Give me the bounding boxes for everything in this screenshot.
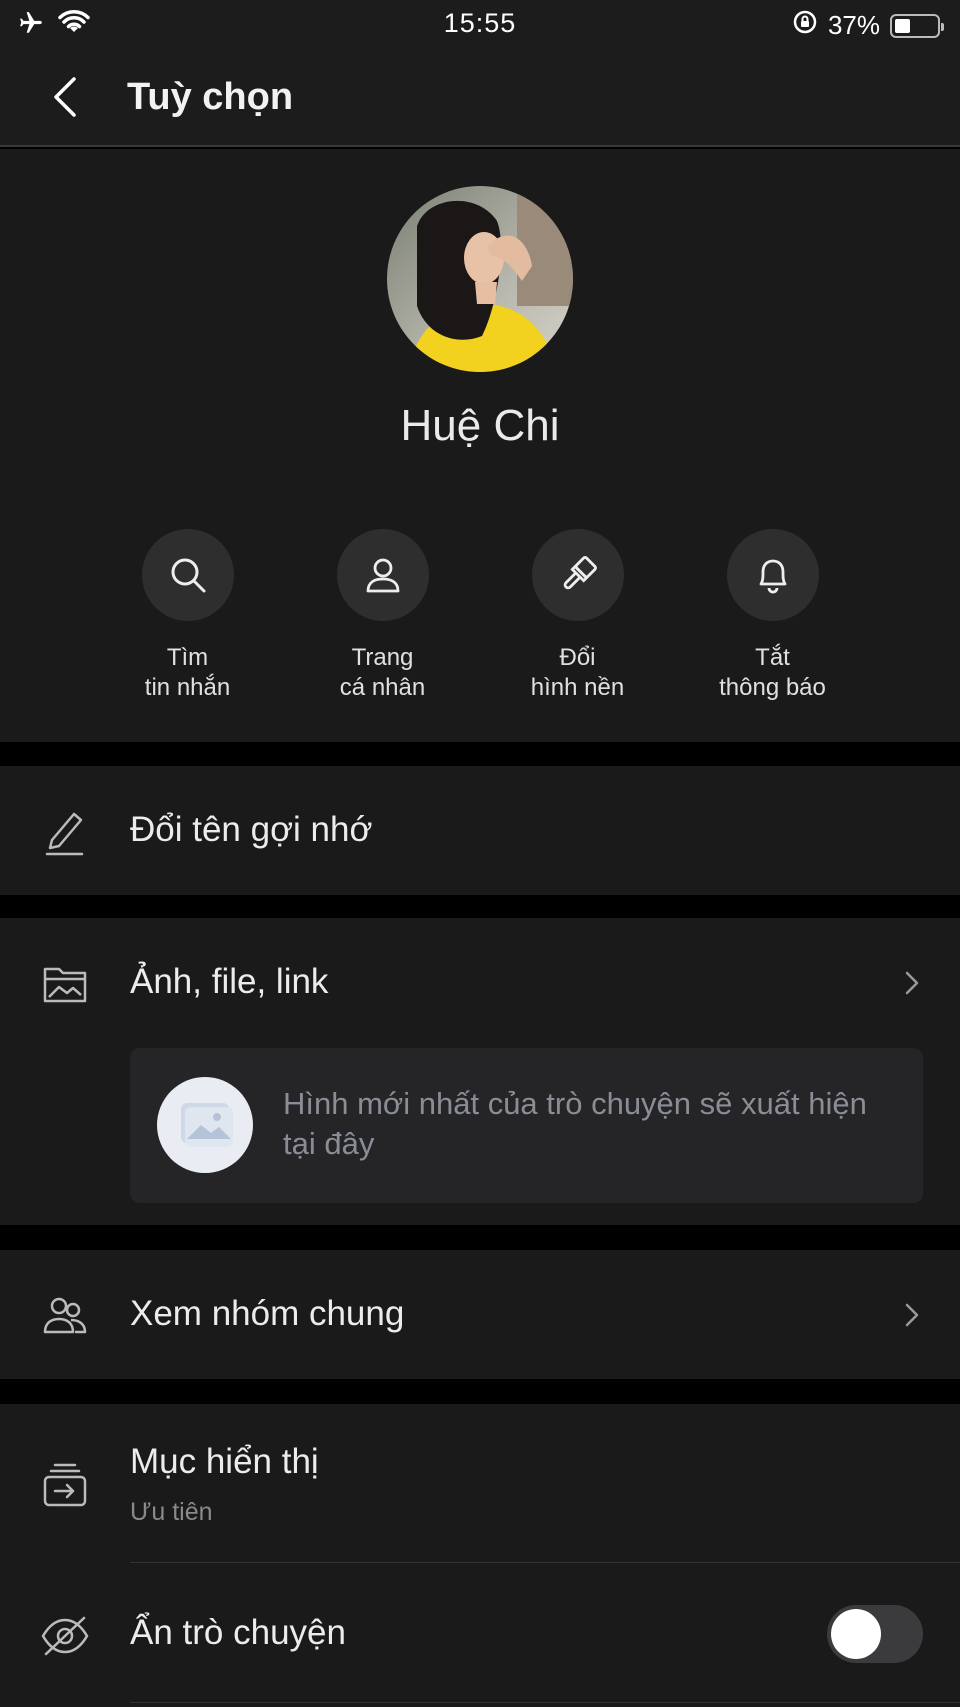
- battery-icon: [890, 13, 944, 38]
- media-empty-text: Hình mới nhất của trò chuyện sẽ xuất hiệ…: [283, 1086, 867, 1161]
- common-groups-row[interactable]: Xem nhóm chung: [0, 1250, 960, 1379]
- pencil-icon: [40, 806, 90, 856]
- media-label[interactable]: Ảnh, file, link: [130, 962, 328, 1002]
- media-preview[interactable]: Hình mới nhất của trò chuyện sẽ xuất hiệ…: [130, 1048, 923, 1203]
- action-circle[interactable]: [531, 529, 624, 621]
- group-icon: [40, 1290, 90, 1340]
- common-groups-label: Xem nhóm chung: [130, 1294, 405, 1333]
- battery-percent: 37%: [827, 10, 880, 40]
- rename-label: Đổi tên gợi nhớ: [130, 810, 373, 849]
- action-profile[interactable]: Trang cá nhân: [285, 529, 480, 703]
- action-search-messages[interactable]: Tìm tin nhắn: [90, 529, 285, 703]
- media-section: Ảnh, file, link Hình mới nhất của trò ch…: [0, 918, 960, 1225]
- display-row[interactable]: Mục hiển thị Ưu tiên: [0, 1404, 960, 1562]
- inbox-arrow-icon: [40, 1460, 90, 1510]
- bell-icon: [759, 559, 786, 594]
- toggle-knob[interactable]: [831, 1609, 881, 1659]
- status-bar: 15:55 37%: [0, 0, 960, 48]
- folder-image-icon: [40, 958, 90, 1008]
- eye-off-icon: [40, 1611, 90, 1661]
- action-mute-notifications[interactable]: Tắt thông báo: [675, 529, 870, 703]
- display-label: Mục hiển thị: [130, 1442, 319, 1481]
- chevron-right-icon[interactable]: [902, 968, 922, 998]
- page-title: Tuỳ chọn: [127, 76, 294, 118]
- nav-bar: Tuỳ chọn: [0, 48, 960, 147]
- action-change-wallpaper[interactable]: Đổi hình nền: [480, 529, 675, 703]
- image-icon: [181, 1103, 233, 1147]
- action-circle[interactable]: [141, 529, 234, 621]
- rotation-lock-icon: [792, 9, 818, 42]
- profile-section: Huệ Chi Tìm tin nhắn Trang cá nhân Đổi h…: [0, 149, 960, 742]
- chevron-right-icon: [902, 1300, 922, 1330]
- action-label: Tắt thông báo: [719, 644, 826, 701]
- avatar[interactable]: [387, 186, 573, 372]
- person-icon: [366, 558, 399, 593]
- paint-brush-icon: [563, 556, 597, 590]
- search-icon: [171, 558, 205, 593]
- action-circle[interactable]: [336, 529, 429, 621]
- divider: [130, 1702, 960, 1703]
- profile-name: Huệ Chi: [400, 401, 560, 450]
- action-label: Tìm tin nhắn: [144, 644, 231, 701]
- hide-chat-row[interactable]: Ẩn trò chuyện: [0, 1563, 960, 1707]
- rename-row[interactable]: Đổi tên gợi nhớ: [0, 766, 960, 895]
- status-right: 37%: [792, 9, 944, 42]
- display-value: Ưu tiên: [130, 1498, 213, 1526]
- hide-chat-toggle[interactable]: [827, 1605, 923, 1663]
- action-label: Đổi hình nền: [530, 644, 625, 701]
- hide-chat-label: Ẩn trò chuyện: [130, 1613, 346, 1652]
- settings-section: Mục hiển thị Ưu tiên Ẩn trò chuyện: [0, 1404, 960, 1707]
- media-placeholder: [157, 1077, 253, 1173]
- action-label: Trang cá nhân: [339, 644, 426, 701]
- back-button[interactable]: [40, 74, 90, 120]
- quick-actions: Tìm tin nhắn Trang cá nhân Đổi hình nền …: [90, 529, 870, 703]
- action-circle[interactable]: [726, 529, 819, 621]
- chevron-left-icon: [54, 77, 76, 117]
